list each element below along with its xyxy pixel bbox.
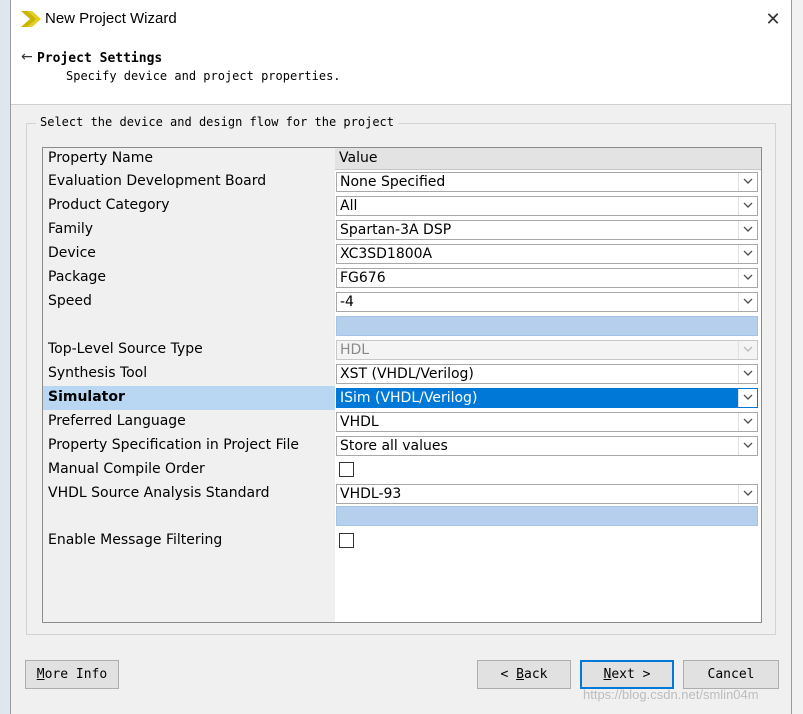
select-value: XC3SD1800A: [340, 246, 433, 262]
speed-select[interactable]: -4: [336, 292, 758, 312]
button-label: ext >: [611, 667, 651, 682]
group-legend: Select the device and design flow for th…: [36, 115, 399, 129]
chevron-down-icon[interactable]: [738, 269, 757, 287]
chevron-down-icon[interactable]: [738, 173, 757, 191]
spacer-bar: [336, 316, 758, 336]
table-row: Synthesis Tool XST (VHDL/Verilog): [43, 362, 761, 386]
product-category-select[interactable]: All: [336, 196, 758, 216]
chevron-down-icon[interactable]: [738, 389, 757, 407]
property-label: Product Category: [48, 197, 170, 213]
col-property-header: Property Name: [48, 150, 153, 166]
button-label: ore Info: [44, 667, 108, 682]
chevron-down-icon[interactable]: [738, 197, 757, 215]
table-row: Speed -4: [43, 290, 761, 314]
cancel-button[interactable]: Cancel: [683, 660, 779, 689]
top-level-source-select: HDL: [336, 340, 758, 360]
table-row: Device XC3SD1800A: [43, 242, 761, 266]
background-app-strip-right: [792, 0, 803, 714]
watermark-text: https://blog.csdn.net/smlin04m: [583, 687, 759, 702]
package-select[interactable]: FG676: [336, 268, 758, 288]
table-row: Family Spartan-3A DSP: [43, 218, 761, 242]
spacer-bar: [336, 506, 758, 526]
property-label: Family: [48, 221, 94, 237]
back-button[interactable]: < Back: [477, 660, 571, 689]
table-row: Top-Level Source Type HDL: [43, 338, 761, 362]
xilinx-logo-icon: [21, 11, 41, 27]
select-value: Spartan-3A DSP: [340, 222, 452, 238]
chevron-down-icon[interactable]: [738, 365, 757, 383]
table-row: VHDL Source Analysis Standard VHDL-93: [43, 482, 761, 506]
select-value: All: [340, 198, 358, 214]
mnemonic-letter: M: [36, 667, 45, 682]
device-select[interactable]: XC3SD1800A: [336, 244, 758, 264]
property-label: Speed: [48, 293, 92, 309]
wizard-header: ← Project Settings Specify device and pr…: [11, 40, 791, 105]
vhdl-standard-select[interactable]: VHDL-93: [336, 484, 758, 504]
page-title: Project Settings: [37, 51, 163, 66]
select-value: FG676: [340, 270, 386, 286]
chevron-down-icon: [738, 341, 757, 359]
synthesis-tool-select[interactable]: XST (VHDL/Verilog): [336, 364, 758, 384]
property-label: Top-Level Source Type: [48, 341, 203, 357]
family-select[interactable]: Spartan-3A DSP: [336, 220, 758, 240]
table-header-row: Property Name Value: [43, 148, 761, 172]
property-label: Enable Message Filtering: [48, 532, 223, 548]
property-label: VHDL Source Analysis Standard: [48, 485, 270, 501]
property-label: Evaluation Development Board: [48, 173, 267, 189]
property-label: Manual Compile Order: [48, 461, 205, 477]
select-value: XST (VHDL/Verilog): [340, 366, 474, 382]
chevron-down-icon[interactable]: [738, 485, 757, 503]
preferred-language-select[interactable]: VHDL: [336, 412, 758, 432]
simulator-select[interactable]: ISim (VHDL/Verilog): [336, 388, 758, 408]
select-value: -4: [340, 294, 354, 310]
button-prefix: <: [500, 667, 517, 682]
select-value: None Specified: [340, 174, 446, 190]
property-spec-select[interactable]: Store all values: [336, 436, 758, 456]
manual-compile-order-checkbox[interactable]: [339, 462, 354, 477]
select-value: Store all values: [340, 438, 448, 454]
title-bar[interactable]: New Project Wizard ✕: [11, 0, 791, 40]
property-label: Synthesis Tool: [48, 365, 148, 381]
property-label: Preferred Language: [48, 413, 186, 429]
table-row: Manual Compile Order: [43, 458, 761, 482]
chevron-down-icon[interactable]: [738, 413, 757, 431]
wizard-window: New Project Wizard ✕ ← Project Settings …: [10, 0, 792, 714]
table-row: Evaluation Development Board None Specif…: [43, 170, 761, 194]
chevron-down-icon[interactable]: [738, 245, 757, 263]
chevron-down-icon[interactable]: [738, 437, 757, 455]
chevron-down-icon[interactable]: [738, 221, 757, 239]
table-row: Enable Message Filtering: [43, 529, 761, 553]
close-icon: ✕: [765, 9, 781, 30]
button-label: ack: [524, 667, 548, 682]
select-value: VHDL-93: [340, 486, 402, 502]
property-label: Simulator: [48, 389, 125, 405]
message-filtering-checkbox[interactable]: [339, 533, 354, 548]
window-title: New Project Wizard: [45, 10, 177, 27]
close-button[interactable]: ✕: [759, 6, 787, 34]
property-label: Device: [48, 245, 96, 261]
page-subtitle: Specify device and project properties.: [66, 69, 341, 83]
table-row: Package FG676: [43, 266, 761, 290]
select-value: VHDL: [340, 414, 379, 430]
table-row: Preferred Language VHDL: [43, 410, 761, 434]
table-row-selected: Simulator ISim (VHDL/Verilog): [43, 386, 761, 410]
property-table: Property Name Value Evaluation Developme…: [42, 147, 762, 623]
select-value: HDL: [340, 342, 370, 358]
col-value-header: Value: [339, 150, 378, 166]
select-value: ISim (VHDL/Verilog): [340, 390, 478, 406]
eval-board-select[interactable]: None Specified: [336, 172, 758, 192]
back-arrow-icon[interactable]: ←: [21, 49, 33, 65]
chevron-down-icon[interactable]: [738, 293, 757, 311]
property-label: Package: [48, 269, 107, 285]
table-row: Property Specification in Project File S…: [43, 434, 761, 458]
table-row: Product Category All: [43, 194, 761, 218]
property-label: Property Specification in Project File: [48, 437, 300, 453]
more-info-button[interactable]: More Info: [25, 660, 119, 689]
mnemonic-letter: B: [516, 667, 524, 682]
next-button[interactable]: Next >: [580, 660, 674, 689]
